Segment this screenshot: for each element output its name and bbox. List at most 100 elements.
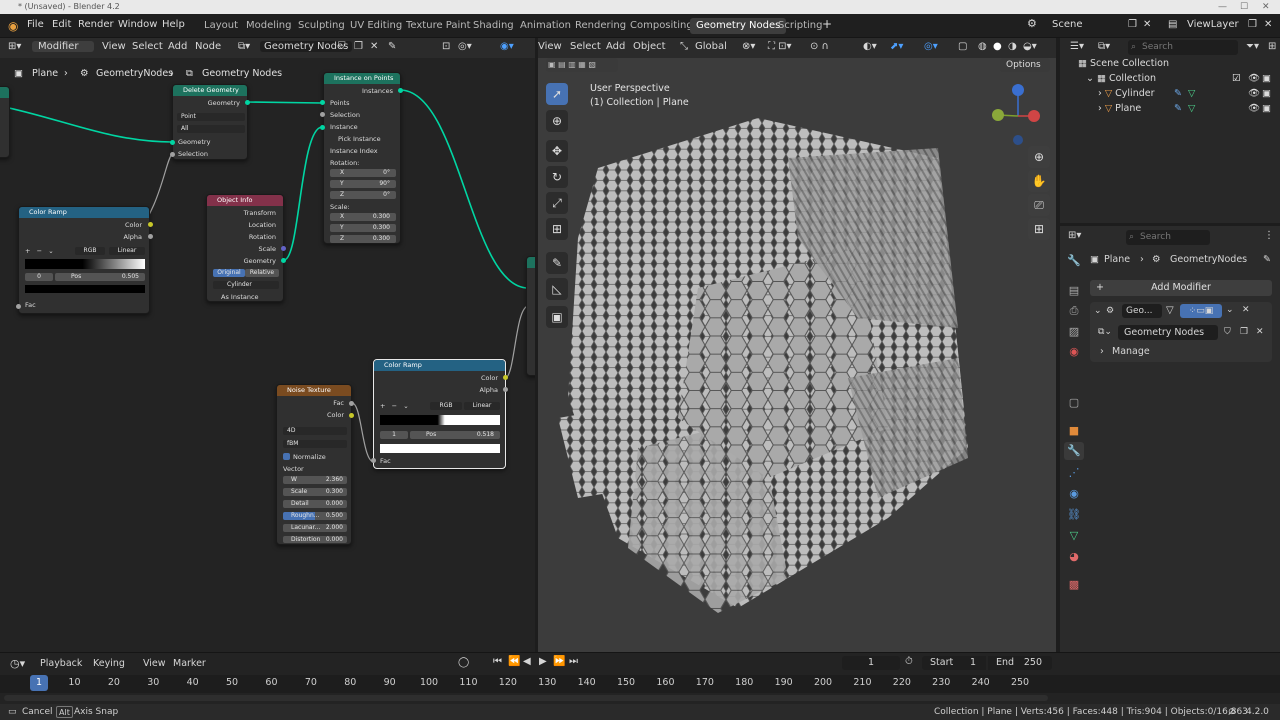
fake-user-icon[interactable]: ⛉ xyxy=(1224,327,1231,337)
node-editor[interactable]: ⊞▾ Modifier View Select Add Node ⧉▾ Geom… xyxy=(0,38,535,652)
node-partial-right[interactable] xyxy=(526,256,535,376)
editor-type-icon[interactable]: ⊞▾ xyxy=(1068,230,1081,241)
ramp-interp-dropdown[interactable]: Linear xyxy=(464,402,500,410)
tab-uv-editing[interactable]: UV Editing xyxy=(344,18,408,34)
timeline-scrollbar[interactable] xyxy=(4,695,1048,701)
tab-texture-paint[interactable]: Texture Paint xyxy=(400,18,477,34)
select-box-tool-icon[interactable]: ➚ xyxy=(546,83,568,105)
output-tab-icon[interactable]: ⎙ xyxy=(1064,302,1084,320)
ramp-tools-icon[interactable]: + − ⌄ xyxy=(25,247,54,255)
menu-select[interactable]: Select xyxy=(570,41,601,52)
options-dropdown[interactable]: Options xyxy=(1000,58,1050,72)
expand-icon[interactable]: ⌄ xyxy=(1086,73,1097,84)
modifier-wrench-icon[interactable]: ✎ xyxy=(1174,86,1182,101)
rendered-shading-icon[interactable]: ◒▾ xyxy=(1023,41,1037,52)
overlay-icon[interactable]: ◎▾ xyxy=(924,41,938,52)
mode-dropdown[interactable]: All xyxy=(177,125,245,133)
copy-view-layer-icon[interactable]: ❐ xyxy=(1248,19,1257,30)
physics-tab-icon[interactable]: ◉ xyxy=(1064,485,1084,503)
new-collection-icon[interactable]: ⊞ xyxy=(1268,41,1276,52)
outliner-search[interactable]: ⌕ Search xyxy=(1128,40,1238,55)
render-camera-icon[interactable]: ▣ xyxy=(1262,71,1271,86)
object-tab-icon[interactable]: ■ xyxy=(1064,422,1084,440)
collection-tab-icon[interactable]: ▢ xyxy=(1064,394,1084,412)
select-mode-icon[interactable]: ▣ ▤ ▥ ▦ ▧ xyxy=(546,58,618,72)
rotation-z-field[interactable]: Z 0° xyxy=(330,191,396,199)
ramp-mode-dropdown[interactable]: RGB xyxy=(430,402,462,410)
relative-toggle[interactable]: Relative xyxy=(245,269,279,277)
properties-editor[interactable]: ⊞▾ ⌕ Search ⋮ ▣ Plane › ⚙ GeometryNodes ✎… xyxy=(1060,226,1280,652)
duplicate-icon[interactable]: ❐ xyxy=(1240,327,1248,337)
outliner-row-plane[interactable]: › ▽ Plane ✎ ▽ 👁 ▣ xyxy=(1060,101,1280,116)
ramp-color-swatch[interactable] xyxy=(380,444,500,453)
zoom-icon[interactable]: ⊕ xyxy=(1028,146,1050,168)
visibility-toggles-icon[interactable]: ⁘▭▣ xyxy=(1180,304,1222,318)
tab-animation[interactable]: Animation xyxy=(514,18,577,34)
manage-section[interactable]: Manage xyxy=(1112,346,1150,357)
texture-tab-icon[interactable]: ▩ xyxy=(1064,576,1084,594)
socket[interactable] xyxy=(170,140,175,145)
node-group-field[interactable]: Geometry Nodes xyxy=(1118,325,1218,340)
tab-sculpting[interactable]: Sculpting xyxy=(292,18,351,34)
blender-logo-icon[interactable]: ◉ xyxy=(8,19,18,33)
filter-icon[interactable]: ⏷▾ xyxy=(1246,41,1259,52)
add-modifier-button[interactable]: + Add Modifier xyxy=(1090,280,1272,296)
material-shading-icon[interactable]: ◑ xyxy=(1008,41,1017,52)
node-object-info[interactable]: Object Info Transform Location Rotation … xyxy=(206,194,284,302)
dropdown-icon[interactable]: ⌄ xyxy=(1226,305,1234,315)
node-color-ramp-2[interactable]: Color Ramp Color Alpha + − ⌄ RGB Linear … xyxy=(373,359,506,469)
minimize-icon[interactable]: — xyxy=(1218,0,1227,14)
ramp-gradient[interactable] xyxy=(380,415,500,425)
node-instance-on-points[interactable]: Instance on Points Instances Points Sele… xyxy=(323,72,401,244)
tool-tab-icon[interactable]: 🔧 xyxy=(1064,252,1084,270)
tab-rendering[interactable]: Rendering xyxy=(569,18,632,34)
data-tab-icon[interactable]: ▽ xyxy=(1064,527,1084,545)
distortion-field[interactable]: Distortion 0.000 xyxy=(283,536,347,543)
scene-name[interactable]: Scene xyxy=(1052,19,1083,30)
ramp-pos-field[interactable]: Pos 0.505 xyxy=(55,273,145,281)
manage-expand-icon[interactable]: › xyxy=(1100,346,1104,357)
tab-compositing[interactable]: Compositing xyxy=(624,18,699,34)
camera-view-icon[interactable]: ⎚ xyxy=(1028,194,1050,216)
object-field[interactable]: Cylinder xyxy=(213,281,279,289)
roughness-field[interactable]: Roughn... 0.500 xyxy=(283,512,347,520)
as-instance-checkbox[interactable]: As Instance xyxy=(221,293,259,301)
socket[interactable] xyxy=(349,413,354,418)
visibility-icon[interactable]: ◐▾ xyxy=(863,41,877,52)
socket[interactable] xyxy=(245,100,250,105)
particles-tab-icon[interactable]: ⋰ xyxy=(1064,464,1084,482)
scale-z-field[interactable]: Z 0.300 xyxy=(330,235,396,243)
type-dropdown[interactable]: fBM xyxy=(283,440,347,448)
tab-scripting[interactable]: Scripting xyxy=(772,18,828,34)
tab-shading[interactable]: Shading xyxy=(467,18,520,34)
pin-icon[interactable]: ✎ xyxy=(1263,254,1271,265)
detail-field[interactable]: Detail 0.000 xyxy=(283,500,347,508)
outliner[interactable]: ☰▾ ⧉▾ ⌕ Search ⏷▾ ⊞ ▦ Scene Collection ⌄ … xyxy=(1060,38,1280,223)
node-color-ramp-1[interactable]: Color Ramp Color Alpha + − ⌄ RGB Linear … xyxy=(18,206,150,314)
visibility-eye-icon[interactable]: 👁 xyxy=(1248,86,1260,101)
ramp-color-swatch[interactable] xyxy=(25,285,145,293)
node-group-icon[interactable]: ⧉⌄ xyxy=(1098,327,1112,337)
dims-dropdown[interactable]: 4D xyxy=(283,427,347,435)
menu-render[interactable]: Render xyxy=(78,19,114,30)
orientation-dropdown[interactable]: Global xyxy=(695,41,727,52)
ramp-tools-icon[interactable]: + − ⌄ xyxy=(380,402,409,410)
material-tab-icon[interactable]: ◕ xyxy=(1064,548,1084,566)
remove-view-layer-icon[interactable]: ✕ xyxy=(1264,19,1272,30)
snap-icon[interactable]: ⛶ ⊡▾ xyxy=(768,41,792,52)
properties-search[interactable]: ⌕ Search xyxy=(1126,230,1210,245)
edit-mode-icon[interactable]: ▽ xyxy=(1166,305,1174,316)
node-partial-left[interactable] xyxy=(0,86,10,158)
scale-field[interactable]: Scale 0.300 xyxy=(283,488,347,496)
modifier-panel[interactable]: ⌄ ⚙ Geo... ▽ ⁘▭▣ ⌄ ✕ ⧉⌄ Geometry Nodes ⛉… xyxy=(1090,302,1272,362)
maximize-icon[interactable]: ☐ xyxy=(1240,0,1248,14)
remove-modifier-icon[interactable]: ✕ xyxy=(1242,305,1250,315)
domain-dropdown[interactable]: Point xyxy=(177,113,245,121)
scale-y-field[interactable]: Y 0.300 xyxy=(330,224,396,232)
ramp-index-field[interactable]: 1 xyxy=(380,431,408,439)
socket[interactable] xyxy=(320,125,325,130)
constraints-tab-icon[interactable]: ⛓ xyxy=(1064,506,1084,524)
scene-tab-icon[interactable]: ◉ xyxy=(1064,343,1084,361)
timeline[interactable]: ◷▾ Playback Keying View Marker ◯ ⏮ ⏪ ◀ ▶… xyxy=(0,652,1280,704)
editor-type-icon[interactable]: ☰▾ xyxy=(1070,41,1084,52)
